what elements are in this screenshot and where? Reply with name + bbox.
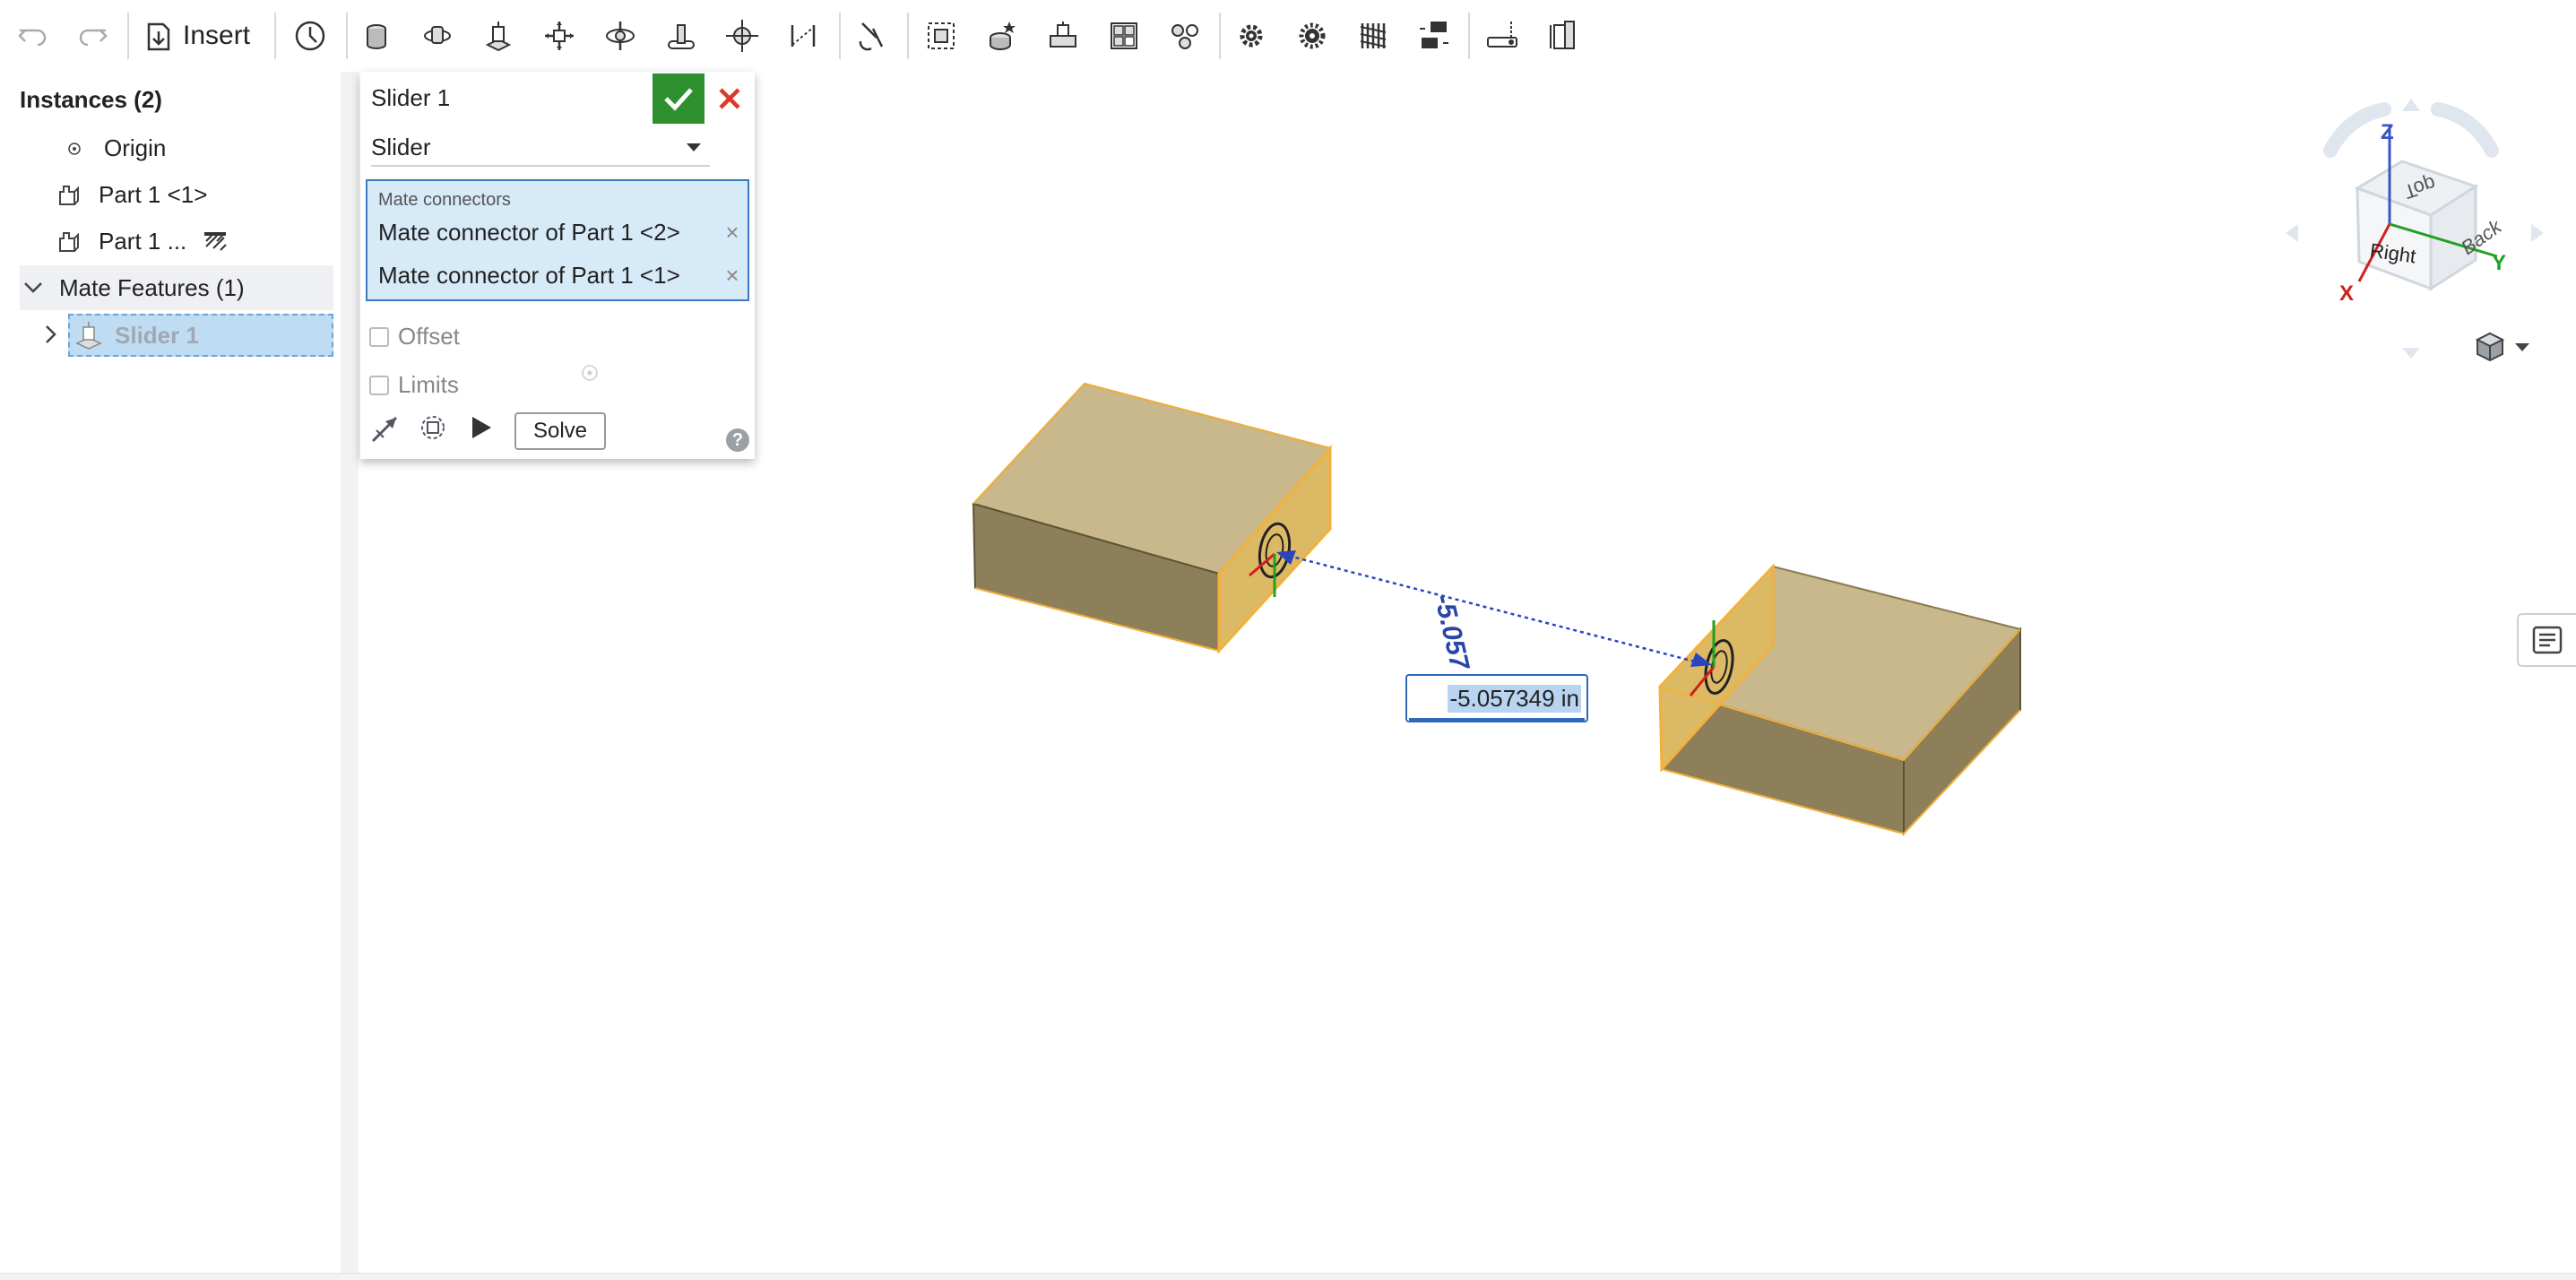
dimension-line [1276,550,1712,667]
remove-icon[interactable]: × [722,264,742,287]
close-icon [719,88,740,109]
part-icon [56,229,82,255]
remove-icon[interactable]: × [722,221,742,244]
list-item-part-1-1[interactable]: Part 1 <1> [56,181,207,209]
panel-scrollbar[interactable] [341,72,359,1273]
fixed-icon [203,230,228,254]
part-1-instance-2[interactable] [972,382,1332,654]
x-axis-label: X [2339,281,2355,306]
dialog-title: Slider 1 [371,84,451,111]
limits-label: Limits [398,371,459,398]
instances-title: Instances (2) [20,86,162,113]
limits-checkbox[interactable] [369,375,389,395]
shaded-view-icon [2475,332,2505,362]
play-icon[interactable] [459,415,504,440]
offset-checkbox-row[interactable]: Offset [369,323,460,350]
part-icon [56,182,82,209]
mate-connector-item[interactable]: Mate connector of Part 1 <2> [378,219,680,246]
view-mode-dropdown[interactable] [2474,330,2529,364]
feature-item-slider-1[interactable]: Slider 1 [68,314,333,357]
dimension-input[interactable]: -5.057349 in [1405,674,1588,722]
solve-button[interactable]: Solve [514,412,606,450]
mate-connectors-field[interactable]: Mate connectors Mate connector of Part 1… [366,179,749,301]
chevron-down-icon[interactable] [23,281,43,294]
animate-mate-icon[interactable] [407,411,459,445]
mate-connector-item[interactable]: Mate connector of Part 1 <1> [378,262,680,290]
bottom-tab-strip [0,1273,2576,1280]
mate-type-select[interactable]: Slider [371,129,710,167]
chevron-down-icon [687,143,701,151]
cursor-indicator-icon [582,365,598,381]
limits-checkbox-row[interactable]: Limits [369,371,459,399]
dimension-value: -5.057349 in [1448,684,1581,713]
slider-mate-dialog: Slider 1 Slider Mate connectors Mate con… [360,72,755,459]
list-item-origin[interactable]: Origin [61,134,166,162]
y-axis-label: Y [2492,251,2507,275]
part-label: Part 1 ... [99,228,187,255]
mate-features-header[interactable]: Mate Features (1) [20,265,333,310]
part-label: Part 1 <1> [99,181,208,208]
help-icon[interactable]: ? [726,428,749,452]
origin-label: Origin [104,134,167,161]
animate-arrow-icon[interactable] [366,411,407,445]
slider-mate-icon [73,320,104,350]
offset-checkbox[interactable] [369,326,389,347]
part-1-instance-1[interactable] [1658,563,2022,836]
dialog-tools [366,407,504,448]
z-axis-label: Z [2381,120,2394,144]
feature-label: Slider 1 [115,321,199,349]
chevron-down-icon [2515,342,2529,351]
mate-connectors-label: Mate connectors [378,190,511,210]
mate-type-value: Slider [371,133,431,160]
notes-icon [2532,626,2563,654]
cancel-button[interactable] [706,74,753,124]
list-item-part-1-2[interactable]: Part 1 ... [56,228,228,255]
notes-panel-button[interactable] [2517,613,2576,667]
origin-icon [61,135,88,162]
accept-button[interactable] [653,74,705,124]
offset-label: Offset [398,323,460,350]
mate-features-label: Mate Features (1) [59,273,245,301]
chevron-right-icon[interactable] [45,324,57,344]
checkmark-icon [664,88,693,111]
